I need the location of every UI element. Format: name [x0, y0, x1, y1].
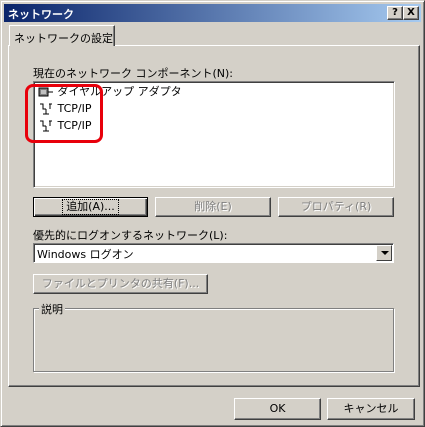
remove-button[interactable]: 削除(E): [155, 197, 271, 217]
chevron-down-icon[interactable]: [376, 245, 392, 261]
tab-label: ネットワークの設定: [14, 32, 113, 45]
ok-button[interactable]: OK: [234, 398, 321, 420]
add-button-label: 追加(A)...: [62, 199, 119, 215]
description-label: 説明: [39, 301, 65, 317]
tab-network-settings[interactable]: ネットワークの設定: [9, 25, 115, 46]
logon-select-value: Windows ログオン: [37, 248, 134, 261]
window-title: ネットワーク: [8, 8, 74, 21]
description-group: [33, 308, 394, 372]
highlight-annotation: [25, 84, 103, 143]
add-button[interactable]: 追加(A)...: [33, 197, 148, 217]
properties-button[interactable]: プロパティ(R): [278, 197, 394, 217]
components-label: 現在のネットワーク コンポーネント(N):: [33, 67, 234, 80]
file-printer-sharing-button[interactable]: ファイルとプリンタの共有(F)...: [33, 274, 208, 294]
title-bar: ネットワーク ? X: [4, 4, 421, 22]
network-dialog: ネットワーク ? X ネットワークの設定 現在のネットワーク コンポーネント(N…: [0, 0, 425, 427]
help-button[interactable]: ?: [387, 6, 403, 20]
logon-label: 優先的にログオンするネットワーク(L):: [33, 229, 228, 242]
close-button[interactable]: X: [403, 6, 419, 20]
cancel-button[interactable]: キャンセル: [327, 398, 415, 420]
logon-select[interactable]: Windows ログオン: [33, 243, 394, 263]
